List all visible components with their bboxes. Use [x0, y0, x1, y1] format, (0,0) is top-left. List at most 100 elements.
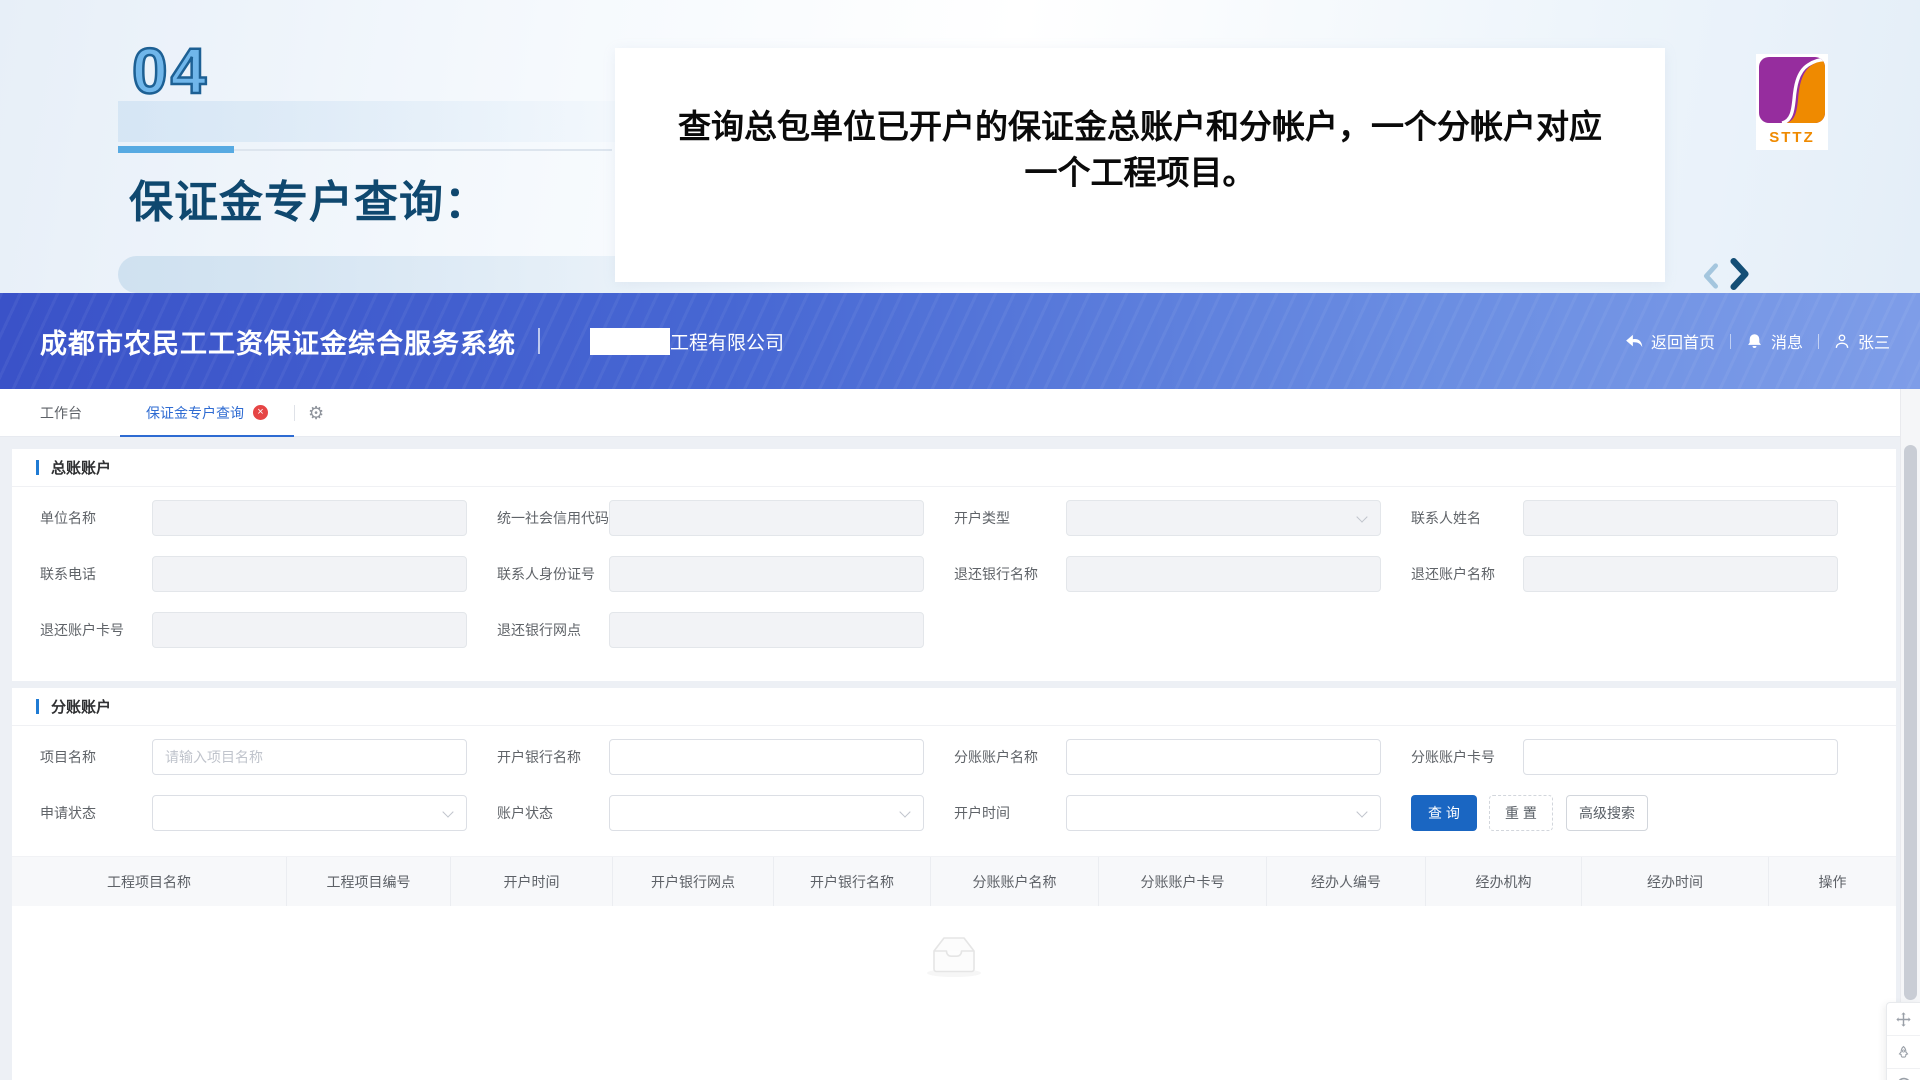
account-status-label: 账户状态 [497, 803, 609, 823]
account-open-type-label: 开户类型 [954, 508, 1066, 528]
navbar-separator [1730, 334, 1731, 349]
table-header-operator-id: 经办人编号 [1266, 857, 1425, 906]
tabbar-separator [294, 405, 295, 421]
table-header-operator-org: 经办机构 [1425, 857, 1581, 906]
rocket-icon [1896, 1044, 1911, 1061]
sub-account-card-number-input[interactable] [1523, 739, 1838, 775]
sub-section-title: 分账账户 [51, 696, 111, 717]
sub-account-name-input[interactable] [1066, 739, 1381, 775]
rocket-tool-button[interactable] [1887, 1036, 1920, 1069]
table-header-opening-bank-name: 开户银行名称 [773, 857, 930, 906]
scrollbar-thumb[interactable] [1904, 445, 1917, 1000]
field-opening-bank-name: 开户银行名称 [497, 739, 954, 775]
form-row: 退还账户卡号 退还银行网点 [40, 612, 1868, 648]
field-account-status: 账户状态 [497, 795, 954, 831]
field-project-name: 项目名称 [40, 739, 497, 775]
refund-account-card-number-input [152, 612, 467, 648]
account-status-select[interactable] [609, 795, 924, 831]
field-company-name: 单位名称 [40, 500, 497, 536]
field-unified-social-credit-code: 统一社会信用代码 [497, 500, 954, 536]
hero-underline [118, 146, 234, 153]
apply-status-label: 申请状态 [40, 803, 152, 823]
table-header-sub-account-name: 分账账户名称 [930, 857, 1098, 906]
open-account-time-select[interactable] [1066, 795, 1381, 831]
query-actions: 查 询重 置高级搜索 [1411, 795, 1868, 831]
user-icon [1834, 333, 1850, 350]
contact-phone-label: 联系电话 [40, 564, 152, 584]
table-header-operation-time: 经办时间 [1581, 857, 1768, 906]
field-apply-status: 申请状态 [40, 795, 497, 831]
hero-description-card: 查询总包单位已开户的保证金总账户和分帐户，一个分帐户对应 一个工程项目。 [615, 48, 1665, 282]
sub-account-form: 项目名称开户银行名称分账账户名称分账账户卡号申请状态账户状态开户时间查 询重 置… [12, 726, 1896, 831]
contact-name-label: 联系人姓名 [1411, 508, 1523, 528]
opening-bank-name-input[interactable] [609, 739, 924, 775]
table-header-open-time: 开户时间 [450, 857, 612, 906]
tab-bar: 工作台 保证金专户查询 × ⚙ [0, 389, 1920, 437]
refund-bank-branch-label: 退还银行网点 [497, 620, 609, 640]
tab-deposit-account-query[interactable]: 保证金专户查询 × [146, 389, 268, 436]
hero-slide: 04 保证金专户查询： 查询总包单位已开户的保证金总账户和分帐户，一个分帐户对应… [0, 0, 1920, 293]
floating-tool-panel [1886, 1002, 1920, 1080]
form-row: 联系电话联系人身份证号退还银行名称退还账户名称 [40, 556, 1868, 592]
refund-account-card-number-label: 退还账户卡号 [40, 620, 152, 640]
move-tool-button[interactable] [1887, 1003, 1920, 1036]
refund-bank-name-label: 退还银行名称 [954, 564, 1066, 584]
table-header-project-name: 工程项目名称 [12, 857, 286, 906]
section-accent-bar [36, 699, 39, 714]
form-row: 单位名称 统一社会信用代码开户类型 联系人姓名 [40, 500, 1868, 536]
refund-account-name-input [1523, 556, 1838, 592]
field-sub-account-name: 分账账户名称 [954, 739, 1411, 775]
company-name-label: 单位名称 [40, 508, 152, 528]
table-header-actions: 操作 [1768, 857, 1896, 906]
sttz-logo-icon [1759, 57, 1825, 123]
back-home-button[interactable]: 返回首页 [1625, 329, 1715, 353]
brand-logo: STTZ [1756, 54, 1828, 150]
contact-id-number-input [609, 556, 924, 592]
chevron-down-icon [1356, 806, 1367, 817]
hero-description-line1: 查询总包单位已开户的保证金总账户和分帐户，一个分帐户对应 [678, 104, 1602, 150]
navbar-divider [538, 328, 540, 354]
tab-workbench[interactable]: 工作台 [40, 389, 82, 436]
results-table-header: 工程项目名称工程项目编号开户时间开户银行网点开户银行名称分账账户名称分账账户卡号… [12, 856, 1896, 906]
reset-button[interactable]: 重 置 [1489, 795, 1553, 831]
sub-section-header: 分账账户 [12, 688, 1896, 726]
bell-icon [1746, 332, 1763, 350]
vertical-scrollbar[interactable] [1900, 389, 1920, 1080]
gear-icon[interactable]: ⚙ [308, 404, 324, 422]
master-account-card: 总账账户 单位名称统一社会信用代码开户类型联系人姓名联系电话联系人身份证号退还银… [12, 449, 1896, 681]
contact-phone-input [152, 556, 467, 592]
prev-slide-icon[interactable] [1700, 262, 1722, 290]
redacted-company-prefix [590, 328, 670, 355]
messages-button[interactable]: 消息 [1746, 329, 1803, 353]
page: 04 保证金专户查询： 查询总包单位已开户的保证金总账户和分帐户，一个分帐户对应… [0, 0, 1920, 1080]
tab-deposit-account-query-label: 保证金专户查询 [146, 403, 244, 423]
table-header-sub-account-card: 分账账户卡号 [1098, 857, 1266, 906]
company-name-input [152, 500, 467, 536]
user-menu[interactable]: 张三 [1834, 329, 1890, 353]
field-refund-account-name: 退还账户名称 [1411, 556, 1868, 592]
project-name-input[interactable] [152, 739, 467, 775]
tab-close-icon[interactable]: × [253, 405, 268, 420]
move-icon [1895, 1011, 1912, 1028]
form-row: 申请状态账户状态开户时间查 询重 置高级搜索 [40, 795, 1868, 831]
empty-inbox-icon [925, 932, 983, 978]
sub-account-card: 分账账户 项目名称开户银行名称分账账户名称分账账户卡号申请状态账户状态开户时间查… [12, 688, 1896, 1080]
main-content: 总账账户 单位名称统一社会信用代码开户类型联系人姓名联系电话联系人身份证号退还银… [0, 437, 1920, 1080]
form-row: 项目名称开户银行名称 分账账户名称 分账账户卡号 [40, 739, 1868, 775]
account-open-type-select [1066, 500, 1381, 536]
next-slide-icon[interactable] [1727, 258, 1751, 290]
master-section-title: 总账账户 [51, 457, 111, 478]
query-button[interactable]: 查 询 [1411, 795, 1477, 831]
refund-account-name-label: 退还账户名称 [1411, 564, 1523, 584]
field-sub-account-card-number: 分账账户卡号 [1411, 739, 1868, 775]
sub-account-name-label: 分账账户名称 [954, 747, 1066, 767]
slide-navigation [1700, 258, 1751, 290]
apply-status-select[interactable] [152, 795, 467, 831]
chevron-down-icon [899, 806, 910, 817]
top-navbar: 成都市农民工工资保证金综合服务系统 工程有限公司 返回首页 消息 [0, 293, 1920, 389]
advanced-search-button[interactable]: 高级搜索 [1566, 795, 1648, 831]
extra-tool-button[interactable] [1887, 1069, 1920, 1080]
opening-bank-name-label: 开户银行名称 [497, 747, 609, 767]
unified-social-credit-code-input [609, 500, 924, 536]
table-header-opening-bank-branch: 开户银行网点 [612, 857, 773, 906]
